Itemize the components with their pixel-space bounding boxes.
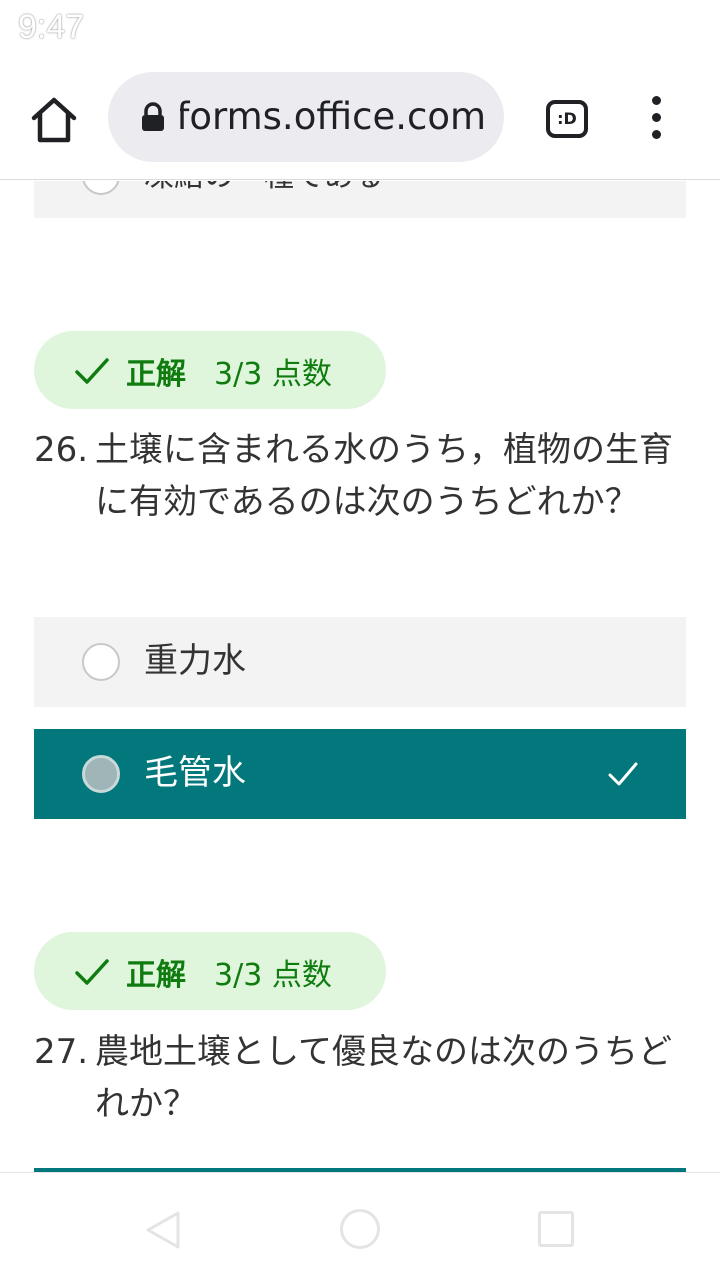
result-badge: 正解 3/3 点数 bbox=[34, 932, 386, 1010]
status-bar: 9:47 bbox=[0, 0, 720, 56]
more-vert-icon[interactable] bbox=[646, 96, 668, 140]
back-triangle-icon[interactable] bbox=[142, 1209, 184, 1251]
form-content[interactable]: 凍結の一種である 正解 3/3 点数 26. 土壌に含まれる水のうち，植物の生育… bbox=[0, 181, 720, 1172]
browser-toolbar: forms.office.com :D bbox=[0, 56, 720, 180]
radio-button-selected[interactable] bbox=[82, 755, 120, 793]
home-icon bbox=[31, 97, 77, 143]
question-26: 26. 土壌に含まれる水のうち，植物の生育に有効であるのは次のうちどれか？ bbox=[34, 424, 674, 528]
score-text: 3/3 点数 bbox=[214, 357, 332, 392]
check-icon bbox=[75, 358, 109, 384]
option-label: 重力水 bbox=[144, 641, 246, 681]
tab-switcher-icon[interactable]: :D bbox=[546, 100, 588, 138]
status-time: 9:47 bbox=[18, 8, 85, 46]
url-text: forms.office.com bbox=[180, 95, 486, 138]
result-label: 正解 bbox=[126, 357, 186, 392]
question-number: 27. bbox=[34, 1032, 89, 1072]
result-label: 正解 bbox=[126, 958, 186, 993]
lock-icon bbox=[142, 102, 164, 131]
radio-button[interactable] bbox=[82, 643, 120, 681]
option-gravity-water[interactable]: 重力水 bbox=[34, 617, 686, 707]
score-text: 3/3 点数 bbox=[214, 958, 332, 993]
system-nav-bar bbox=[0, 1172, 720, 1280]
question-number: 26. bbox=[34, 430, 89, 470]
radio-button[interactable] bbox=[82, 181, 120, 195]
result-badge: 正解 3/3 点数 bbox=[34, 331, 386, 409]
check-icon bbox=[608, 762, 638, 786]
home-circle-icon[interactable] bbox=[340, 1209, 380, 1249]
address-bar[interactable]: forms.office.com bbox=[108, 72, 504, 162]
question-27: 27. 農地土壌として優良なのは次のうちどれか？ bbox=[34, 1026, 674, 1130]
recents-square-icon[interactable] bbox=[538, 1211, 574, 1247]
check-icon bbox=[75, 959, 109, 985]
option-capillary-water[interactable]: 毛管水 bbox=[34, 729, 686, 819]
home-button[interactable] bbox=[28, 96, 80, 144]
question-text: 農地土壌として優良なのは次のうちどれか？ bbox=[95, 1032, 672, 1124]
question-text: 土壌に含まれる水のうち，植物の生育に有効であるのは次のうちどれか？ bbox=[95, 430, 673, 522]
option-label: 毛管水 bbox=[144, 753, 246, 793]
previous-option[interactable]: 凍結の一種である bbox=[34, 181, 686, 218]
option-label: 凍結の一種である bbox=[144, 181, 384, 195]
